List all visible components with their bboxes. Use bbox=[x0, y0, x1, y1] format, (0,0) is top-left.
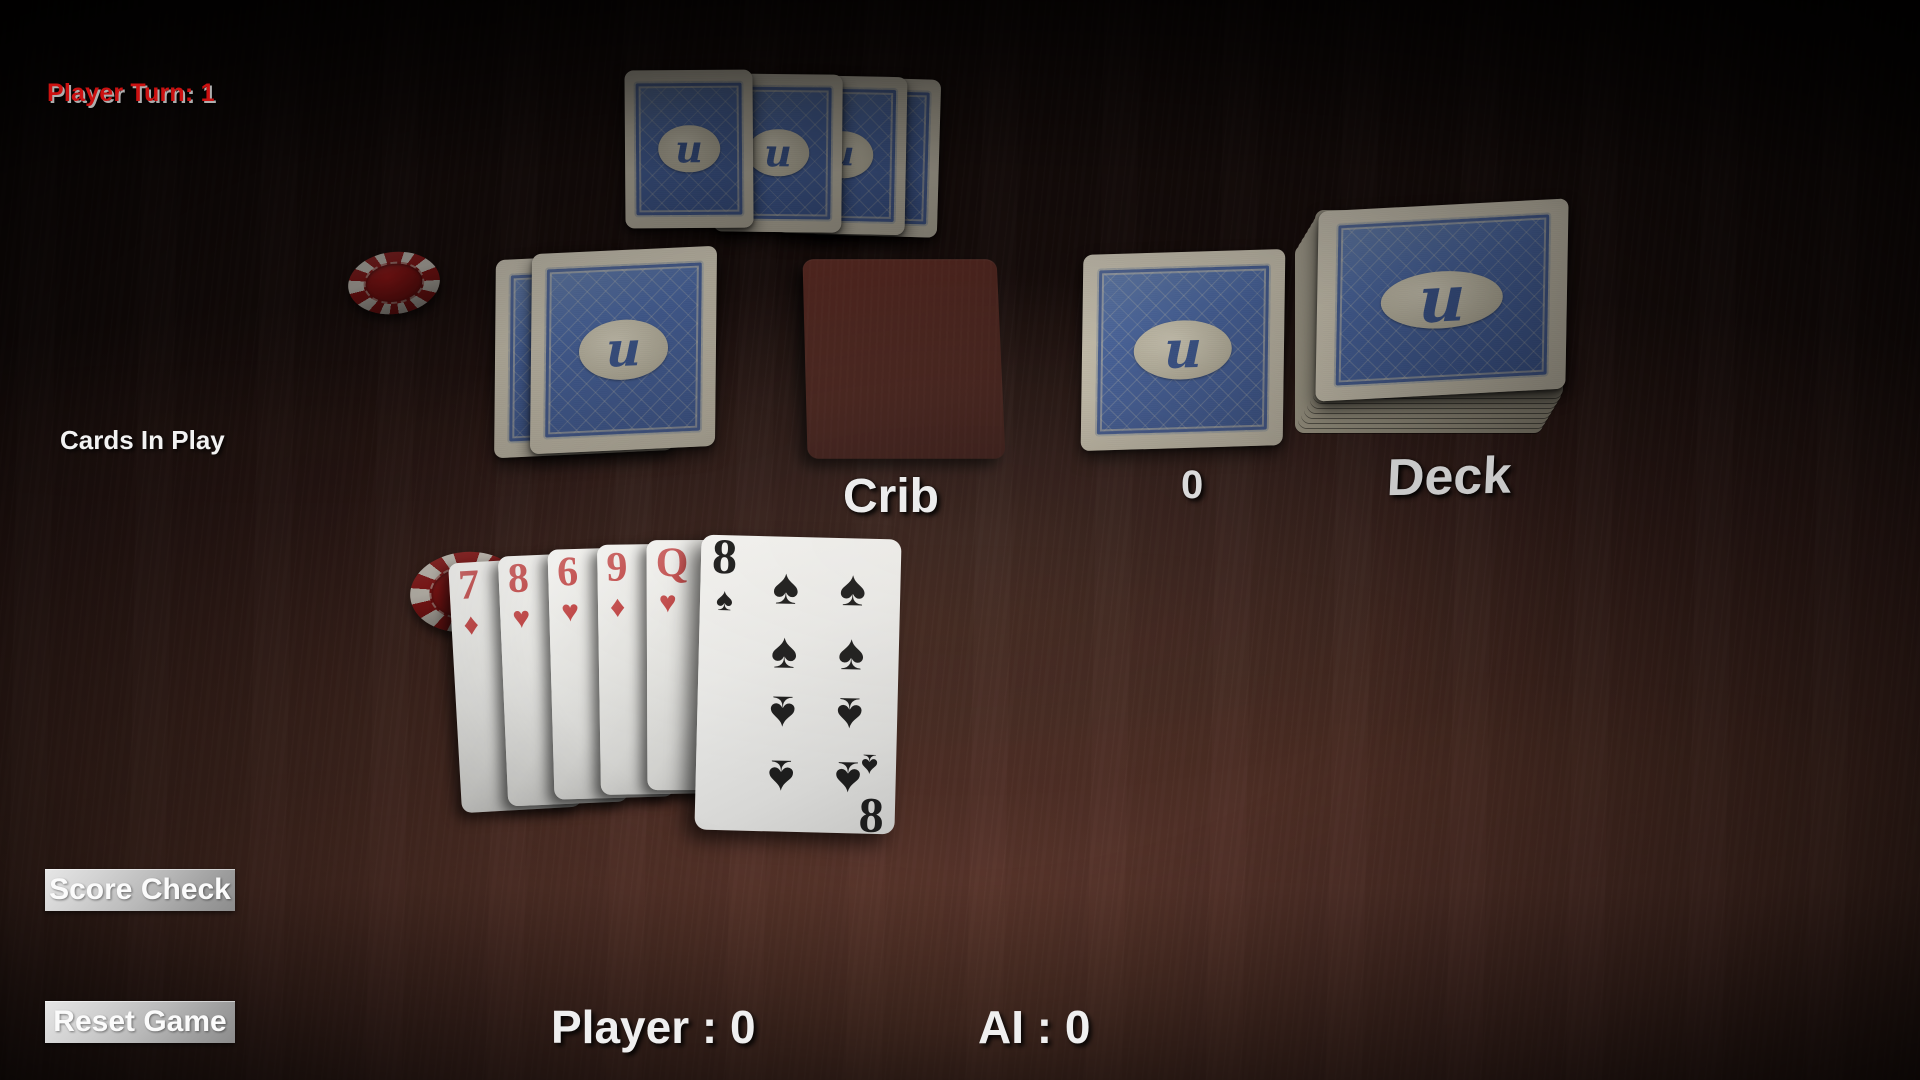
card-back-pattern: u bbox=[1333, 212, 1551, 388]
card-back-pattern: u bbox=[543, 260, 704, 440]
card-suit-spade-icon: ♠ bbox=[715, 580, 734, 618]
ai-card-1: u bbox=[624, 69, 754, 229]
card-pip-spade-icon: ♠ bbox=[770, 621, 799, 679]
cards-in-play-count: 0 bbox=[1181, 463, 1204, 507]
card-back-pattern: u bbox=[633, 80, 745, 218]
card-rank: 8 bbox=[506, 555, 530, 603]
card-rank: 9 bbox=[606, 544, 628, 591]
cards-in-play-counter-card[interactable]: u bbox=[1080, 248, 1286, 452]
crib-slot[interactable] bbox=[802, 259, 1006, 459]
reset-game-button-label: Reset Game bbox=[53, 1005, 227, 1038]
card-suit-spade-icon: ♠ bbox=[860, 747, 879, 784]
card-pip-spade-icon: ♠ bbox=[771, 558, 800, 615]
card-suit-heart-icon: ♥ bbox=[658, 586, 677, 620]
deck-pile[interactable]: u bbox=[1295, 198, 1587, 433]
ai-score: AI : 0 bbox=[978, 1001, 1091, 1053]
cards-in-play-pile[interactable]: u u bbox=[494, 245, 765, 470]
cards-in-play-label: Cards In Play bbox=[60, 425, 225, 455]
card-pip-spade-icon: ♠ bbox=[768, 685, 797, 743]
card-rank: 7 bbox=[457, 561, 481, 609]
play-card-2: u bbox=[529, 245, 718, 455]
card-pip-spade-icon: ♠ bbox=[838, 559, 867, 617]
score-check-button[interactable]: Score Check bbox=[45, 869, 235, 911]
reset-game-button[interactable]: Reset Game bbox=[45, 1001, 235, 1043]
deck-top-card[interactable]: u bbox=[1315, 198, 1569, 402]
unreal-u-logo: u bbox=[578, 317, 669, 383]
unreal-u-logo: u bbox=[1133, 319, 1233, 382]
chip-face bbox=[361, 258, 427, 308]
card-suit-diamond-icon: ♦ bbox=[609, 590, 626, 624]
card-suit-diamond-icon: ♦ bbox=[462, 607, 480, 642]
crib-texture bbox=[802, 259, 1006, 459]
card-back-pattern: u bbox=[1094, 263, 1272, 437]
game-screen: u u u u u u 7 ♦ 8 ♥ 6 ♥ 9 ♦ Q ♥ 8 ♠ ♠ ♠ … bbox=[0, 0, 1920, 1080]
unreal-u-logo: u bbox=[1380, 261, 1504, 339]
player-hand: 7 ♦ ♦ ♦ 8 ♥ ♥ ♥ ♥ 6 ♥ ♥ ♥ 9 ♦ ♦ ♦ bbox=[448, 534, 1055, 870]
card-pip-spade-icon: ♠ bbox=[835, 687, 864, 744]
deck-label: Deck bbox=[1385, 446, 1513, 508]
score-check-button-label: Score Check bbox=[49, 873, 231, 906]
card-pip-spade-icon: ♠ bbox=[767, 749, 796, 807]
player-score: Player : 0 bbox=[551, 1001, 756, 1053]
unreal-u-logo: u bbox=[746, 128, 810, 178]
card-rank: 8 bbox=[711, 534, 738, 585]
ai-hand: u u u bbox=[624, 69, 965, 238]
card-rank: Q bbox=[655, 540, 689, 587]
player-card-8-spades-selected[interactable]: 8 ♠ ♠ ♠ ♠ ♠ ♠ ♠ ♠ ♠ ♠ 8 bbox=[694, 534, 902, 835]
card-rank: 6 bbox=[556, 548, 579, 596]
card-pip-spade-icon: ♠ bbox=[834, 751, 863, 808]
player-turn-status: Player Turn: 1 bbox=[47, 79, 215, 107]
card-suit-heart-icon: ♥ bbox=[511, 601, 531, 636]
card-pip-spade-icon: ♠ bbox=[837, 623, 866, 681]
card-suit-heart-icon: ♥ bbox=[560, 594, 580, 629]
crib-label: Crib bbox=[843, 470, 939, 523]
card-rank: 8 bbox=[858, 786, 885, 835]
unreal-u-logo: u bbox=[658, 125, 720, 173]
